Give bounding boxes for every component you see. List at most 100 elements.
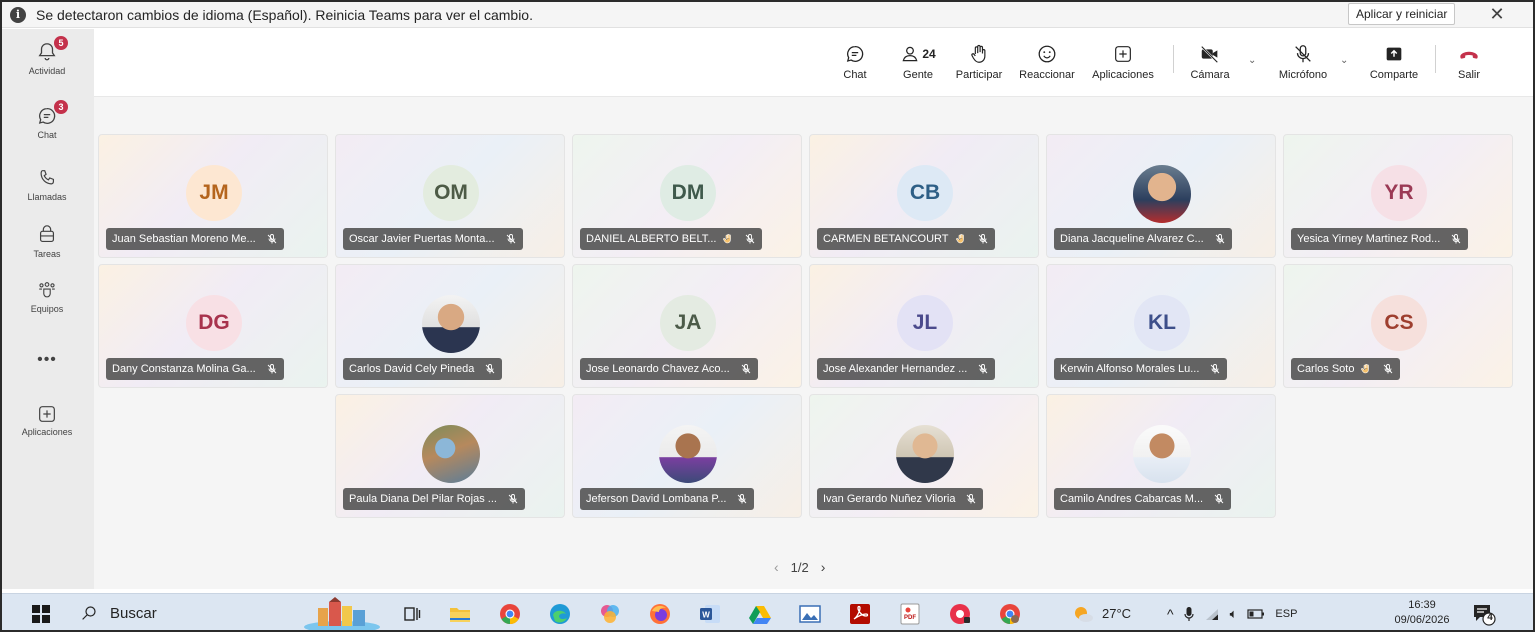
participant-tile[interactable]: OM Oscar Javier Puertas Monta... [335,134,565,258]
apps-button[interactable]: Aplicaciones [1085,42,1161,90]
participant-tile[interactable]: Diana Jacqueline Alvarez C... [1046,134,1276,258]
react-button[interactable]: Reaccionar [1015,42,1079,90]
participant-nametag: Juan Sebastian Moreno Me... [106,228,284,250]
participant-initials-avatar: DG [186,295,242,351]
participant-photo [422,295,480,353]
chrome-profile-icon[interactable] [998,602,1022,626]
chat-button[interactable]: Chat [835,42,875,90]
screen-recorder-icon[interactable] [948,602,972,626]
taskbar-search-box[interactable]: Buscar [68,596,328,630]
rail-item-apps[interactable]: Aplicaciones [2,403,92,437]
people-button[interactable]: 24 Gente [894,42,942,90]
participant-name: DANIEL ALBERTO BELT... [586,233,717,245]
file-explorer-icon[interactable] [448,602,472,626]
participant-tile[interactable]: Paula Diana Del Pilar Rojas ... [335,394,565,518]
participant-tile[interactable]: Ivan Gerardo Nuñez Viloria [809,394,1039,518]
acrobat-icon[interactable] [848,602,872,626]
mic-button[interactable]: Micrófono [1270,42,1336,90]
participant-tile[interactable]: JM Juan Sebastian Moreno Me... [98,134,328,258]
participant-nametag: Jose Alexander Hernandez ... [817,358,996,380]
participant-name: Diana Jacqueline Alvarez C... [1060,233,1204,245]
pdf-tool-icon[interactable]: PDF [898,602,922,626]
rail-item-activity[interactable]: 5 Actividad [2,35,92,76]
hang-up-icon [1460,51,1478,59]
participant-initials-avatar: JA [660,295,716,351]
participant-photo [422,425,480,483]
participant-nametag: Camilo Andres Cabarcas M... [1054,488,1232,510]
google-drive-icon[interactable] [748,602,772,626]
rail-label-apps: Aplicaciones [21,427,73,437]
wifi-icon[interactable] [1204,607,1220,621]
participant-initials-avatar: YR [1371,165,1427,221]
chat-badge: 3 [53,99,69,115]
muted-mic-icon [1213,493,1225,505]
more-icon: ••• [37,351,57,368]
participant-tile[interactable]: JL Jose Alexander Hernandez ... [809,264,1039,388]
participant-name: Jeferson David Lombana P... [586,493,727,505]
participant-tile[interactable]: Jeferson David Lombana P... [572,394,802,518]
muted-mic-icon [1214,233,1226,245]
search-highlight-illustration-icon [302,596,382,630]
taskbar-clock[interactable]: 16:39 09/06/2026 [1387,598,1457,628]
participant-tile[interactable]: DM DANIEL ALBERTO BELT... [572,134,802,258]
volume-icon[interactable]: 🔈︎ [1230,606,1238,622]
notification-count: 4 [1487,612,1493,623]
task-view-icon[interactable] [400,602,424,626]
participant-initials-avatar: JL [897,295,953,351]
leave-button[interactable]: Salir [1449,42,1489,90]
clock-date: 09/06/2026 [1394,614,1450,626]
weather-widget[interactable]: 27°C [1072,594,1131,630]
input-language[interactable]: ESP [1275,608,1297,620]
apply-restart-button[interactable]: Aplicar y reiniciar [1348,3,1456,25]
language-change-banner: i Se detectaron cambios de idioma (Españ… [2,2,1533,28]
close-icon[interactable]: ✕ [1485,3,1509,25]
participant-photo [896,425,954,483]
image-viewer-icon[interactable] [798,602,822,626]
toolbar-divider [1173,45,1174,73]
participant-name: Jose Alexander Hernandez ... [823,363,968,375]
rail-label-chat: Chat [37,130,57,140]
notification-center-icon[interactable]: 4 [1472,602,1496,626]
rail-item-calls[interactable]: Llamadas [2,167,92,202]
rail-item-teams[interactable]: Equipos [2,279,92,314]
next-page-chevron-icon[interactable]: › [821,559,826,575]
windows-start-icon[interactable] [32,605,50,628]
muted-mic-icon [484,363,496,375]
edge-icon[interactable] [548,602,572,626]
tray-chevron-up-icon[interactable]: ^ [1167,606,1174,622]
firefox-icon[interactable] [648,602,672,626]
share-button[interactable]: Comparte [1363,42,1425,90]
participant-tile[interactable]: CS Carlos Soto [1283,264,1513,388]
participant-tile[interactable]: Camilo Andres Cabarcas M... [1046,394,1276,518]
raise-hand-button[interactable]: Participar [949,42,1009,90]
participant-tile[interactable]: YR Yesica Yirney Martinez Rod... [1283,134,1513,258]
photos-app-icon[interactable] [598,602,622,626]
chrome-icon[interactable] [498,602,522,626]
add-apps-icon [39,406,55,422]
react-label: Reaccionar [1019,69,1075,81]
participant-tile[interactable]: JA Jose Leonardo Chavez Aco... [572,264,802,388]
participant-nametag: Oscar Javier Puertas Monta... [343,228,523,250]
info-icon: i [10,6,26,23]
battery-icon[interactable] [1247,608,1265,620]
camera-options-chevron-icon[interactable]: ⌄ [1248,55,1256,66]
rail-item-tasks[interactable]: Tareas [2,224,92,259]
participant-initials-avatar: CB [897,165,953,221]
participant-tile[interactable]: DG Dany Constanza Molina Ga... [98,264,328,388]
phone-icon [40,170,55,185]
muted-mic-icon [744,233,756,245]
muted-mic-icon [740,363,752,375]
participant-name: Kerwin Alfonso Morales Lu... [1060,363,1200,375]
participant-tile[interactable]: CB CARMEN BETANCOURT [809,134,1039,258]
camera-button[interactable]: Cámara [1185,42,1235,90]
participant-tile[interactable]: KL Kerwin Alfonso Morales Lu... [1046,264,1276,388]
mic-tray-icon[interactable] [1183,606,1194,622]
participant-tile[interactable]: Carlos David Cely Pineda [335,264,565,388]
word-icon[interactable]: W [698,602,722,626]
rail-item-chat[interactable]: 3 Chat [2,99,92,140]
smile-icon [1038,45,1056,63]
muted-mic-icon [505,233,517,245]
rail-item-more[interactable]: ••• [2,351,92,369]
mic-options-chevron-icon[interactable]: ⌄ [1340,55,1348,66]
previous-page-chevron-icon[interactable]: ‹ [774,559,779,575]
